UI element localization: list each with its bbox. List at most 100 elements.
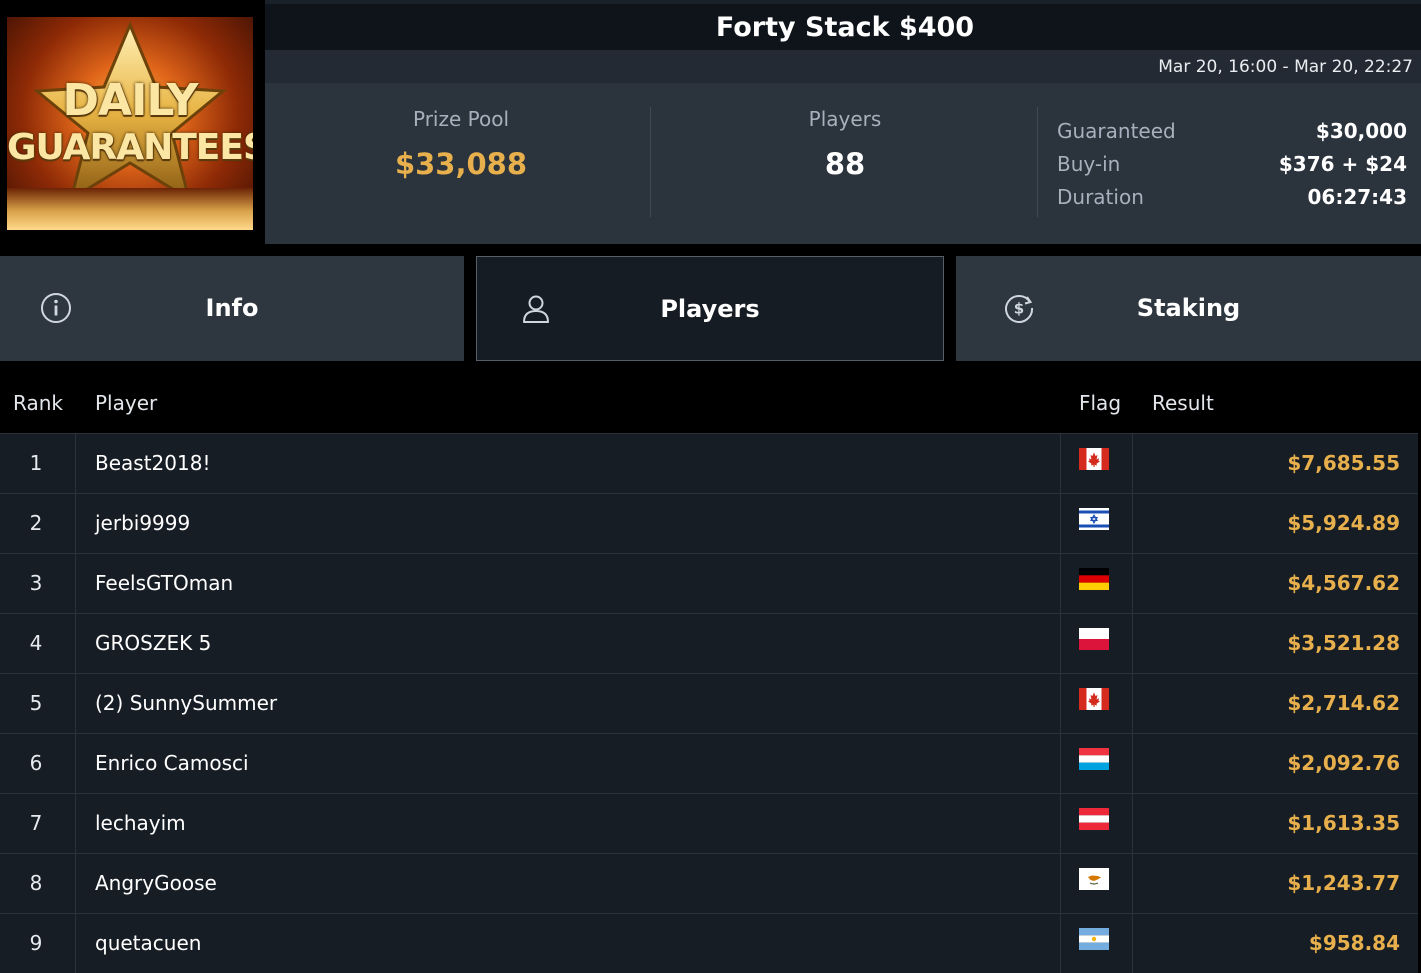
column-divider [75, 794, 76, 853]
guaranteed-label: Guaranteed [1057, 119, 1176, 143]
players-stat: Players 88 [655, 107, 1035, 181]
tournament-dates: Mar 20, 16:00 - Mar 20, 22:27 [1158, 57, 1413, 77]
rank-cell: 8 [29, 871, 43, 895]
column-divider [1060, 614, 1061, 673]
flag-column-header[interactable]: Flag [1079, 391, 1121, 415]
tournament-title: Forty Stack $400 [715, 12, 975, 43]
player-name-cell[interactable]: GROSZEK 5 [95, 631, 211, 655]
player-column-header[interactable]: Player [95, 391, 157, 415]
result-cell: $2,092.76 [1287, 751, 1400, 775]
column-divider [1060, 554, 1061, 613]
guaranteed-value: $30,000 [1315, 119, 1407, 143]
germany-flag-icon [1079, 568, 1109, 590]
logo-floor [7, 188, 253, 230]
column-divider [75, 734, 76, 793]
prize-pool-value: $33,088 [394, 147, 528, 181]
buyin-label: Buy-in [1057, 152, 1121, 176]
result-cell: $958.84 [1308, 931, 1400, 955]
duration-label: Duration [1057, 185, 1144, 209]
column-divider [1060, 734, 1061, 793]
result-column-header[interactable]: Result [1152, 391, 1214, 415]
column-divider [75, 914, 76, 973]
table-row[interactable]: 7 lechayim $1,613.35 [0, 793, 1418, 853]
column-divider [75, 854, 76, 913]
tournament-header: DAILY GUARANTEES Forty Stack $400 Mar 20… [0, 0, 1421, 244]
table-row[interactable]: 6 Enrico Camosci $2,092.76 [0, 733, 1418, 793]
column-divider [1132, 434, 1133, 493]
column-divider [1132, 734, 1133, 793]
players-count-value: 88 [824, 147, 866, 181]
column-divider [1132, 494, 1133, 553]
player-name-cell[interactable]: Enrico Camosci [95, 751, 249, 775]
argentina-flag-icon [1079, 928, 1109, 950]
rank-column-header[interactable]: Rank [13, 391, 63, 415]
title-bar: Forty Stack $400 [265, 4, 1421, 50]
date-bar: Mar 20, 16:00 - Mar 20, 22:27 [265, 50, 1421, 83]
column-divider [1132, 854, 1133, 913]
column-divider [1132, 674, 1133, 733]
table-body: 1 Beast2018! $7,685.55 2 jerbi9999 $5,924.89 3… [0, 433, 1418, 973]
rank-cell: 4 [29, 631, 43, 655]
column-divider [1132, 554, 1133, 613]
logo-container: DAILY GUARANTEES [0, 0, 265, 244]
table-row[interactable]: 5 (2) SunnySummer $2,714.62 [0, 673, 1418, 733]
rank-cell: 7 [29, 811, 43, 835]
column-divider [75, 614, 76, 673]
column-divider [1132, 614, 1133, 673]
table-row[interactable]: 1 Beast2018! $7,685.55 [0, 433, 1418, 493]
buyin-value: $376 + $24 [1278, 152, 1407, 176]
rank-cell: 1 [29, 451, 43, 475]
rank-cell: 9 [29, 931, 43, 955]
table-row[interactable]: 3 FeelsGTOman $4,567.62 [0, 553, 1418, 613]
tab-info[interactable]: Info [0, 256, 464, 361]
austria-flag-icon [1079, 808, 1109, 830]
result-cell: $5,924.89 [1287, 511, 1400, 535]
column-divider [1132, 914, 1133, 973]
player-name-cell[interactable]: FeelsGTOman [95, 571, 233, 595]
result-cell: $7,685.55 [1287, 451, 1400, 475]
table-row[interactable]: 2 jerbi9999 $5,924.89 [0, 493, 1418, 553]
table-row[interactable]: 8 AngryGoose $1,243.77 [0, 853, 1418, 913]
column-divider [1060, 494, 1061, 553]
tab-staking-label: Staking [1136, 294, 1241, 322]
duration-value: 06:27:43 [1307, 185, 1408, 209]
players-table: Rank Player Flag Result 1 Beast2018! $7,68… [0, 373, 1418, 973]
result-cell: $1,613.35 [1287, 811, 1400, 835]
canada-flag-icon [1079, 688, 1109, 710]
israel-flag-icon [1079, 508, 1109, 530]
result-cell: $1,243.77 [1287, 871, 1400, 895]
poland-flag-icon [1079, 628, 1109, 650]
rank-cell: 2 [29, 511, 43, 535]
prize-pool-stat: Prize Pool $33,088 [271, 107, 651, 181]
table-row[interactable]: 4 GROSZEK 5 $3,521.28 [0, 613, 1418, 673]
prize-pool-label: Prize Pool [412, 107, 510, 131]
stats-panel: Prize Pool $33,088 Players 88 Guaranteed… [265, 83, 1421, 244]
player-name-cell[interactable]: quetacuen [95, 931, 201, 955]
table-header: Rank Player Flag Result [0, 373, 1418, 433]
column-divider [1060, 674, 1061, 733]
cyprus-flag-icon [1079, 868, 1109, 890]
table-row[interactable]: 9 quetacuen $958.84 [0, 913, 1418, 973]
result-cell: $3,521.28 [1287, 631, 1400, 655]
tab-players[interactable]: Players [476, 256, 944, 361]
logo-text-line1: DAILY [62, 75, 199, 126]
column-divider [75, 494, 76, 553]
luxembourg-flag-icon [1079, 748, 1109, 770]
player-name-cell[interactable]: Beast2018! [95, 451, 210, 475]
player-name-cell[interactable]: AngryGoose [95, 871, 217, 895]
tab-players-label: Players [660, 295, 760, 323]
player-name-cell[interactable]: (2) SunnySummer [95, 691, 277, 715]
stat-divider [650, 107, 651, 217]
tab-staking[interactable]: $ Staking [956, 256, 1421, 361]
rank-cell: 5 [29, 691, 43, 715]
player-name-cell[interactable]: lechayim [95, 811, 186, 835]
column-divider [75, 554, 76, 613]
column-divider [1060, 434, 1061, 493]
rank-cell: 6 [29, 751, 43, 775]
column-divider [75, 434, 76, 493]
column-divider [75, 674, 76, 733]
result-cell: $4,567.62 [1287, 571, 1400, 595]
player-name-cell[interactable]: jerbi9999 [95, 511, 190, 535]
rank-cell: 3 [29, 571, 43, 595]
column-divider [1060, 794, 1061, 853]
